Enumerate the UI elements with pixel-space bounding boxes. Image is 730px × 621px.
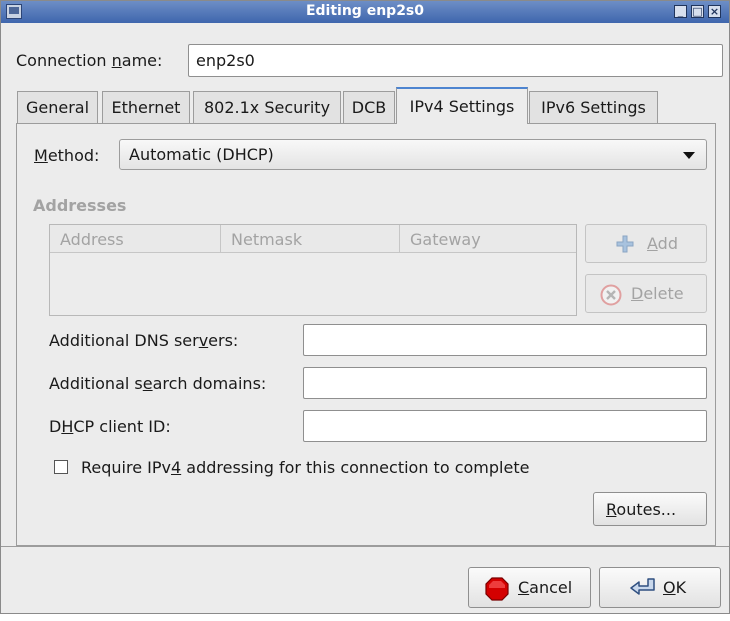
dns-servers-input[interactable] <box>303 324 707 356</box>
column-netmask: Netmask <box>221 225 400 253</box>
addresses-table[interactable]: Address Netmask Gateway <box>49 224 577 316</box>
window-title: Editing enp2s0 <box>305 3 425 19</box>
require-ipv4-label[interactable]: Require IPv4 addressing for this connect… <box>81 458 529 477</box>
routes-button[interactable]: Routes... <box>593 492 707 526</box>
addresses-heading: Addresses <box>33 196 127 215</box>
tab-dcb[interactable]: DCB <box>343 91 395 124</box>
cancel-label: Cancel <box>518 578 573 597</box>
tab-ethernet[interactable]: Ethernet <box>102 91 190 124</box>
tab-general[interactable]: General <box>17 91 98 124</box>
cancel-button[interactable]: Cancel <box>468 567 591 608</box>
minimize-icon[interactable]: _ <box>674 5 687 18</box>
connection-name-value: enp2s0 <box>196 51 255 70</box>
column-gateway: Gateway <box>400 225 576 253</box>
dhcp-client-id-input[interactable] <box>303 410 707 442</box>
plus-icon <box>616 235 634 253</box>
search-domains-label: Additional search domains: <box>49 374 267 393</box>
tab-ipv4-settings[interactable]: IPv4 Settings <box>396 87 528 124</box>
close-icon[interactable]: × <box>708 5 721 18</box>
tab-ipv6-settings[interactable]: IPv6 Settings <box>529 91 658 124</box>
title-bar[interactable]: Editing enp2s0 _ □ × <box>1 1 729 23</box>
dialog-window: Editing enp2s0 _ □ × Connection name: en… <box>0 0 730 614</box>
column-address: Address <box>50 225 221 253</box>
delete-address-button[interactable]: Delete <box>585 274 707 313</box>
delete-label: Delete <box>631 284 684 303</box>
connection-name-input[interactable]: enp2s0 <box>188 44 723 77</box>
footer-separator <box>1 546 729 547</box>
method-label: Method: <box>34 146 100 165</box>
ok-label: OK <box>663 578 687 597</box>
maximize-icon[interactable]: □ <box>691 5 704 18</box>
enter-arrow-icon <box>630 578 655 595</box>
method-dropdown[interactable]: Automatic (DHCP) <box>119 139 707 170</box>
dns-servers-label: Additional DNS servers: <box>49 331 239 350</box>
tab-8021x-security[interactable]: 802.1x Security <box>193 91 341 124</box>
delete-circle-icon <box>600 284 622 306</box>
stop-icon <box>485 577 509 601</box>
add-address-button[interactable]: Add <box>585 224 707 263</box>
require-ipv4-checkbox[interactable] <box>54 460 68 474</box>
dropdown-arrow-icon <box>683 152 695 159</box>
method-value: Automatic (DHCP) <box>129 145 274 164</box>
routes-label: Routes... <box>606 500 677 519</box>
search-domains-input[interactable] <box>303 367 707 399</box>
ok-button[interactable]: OK <box>599 567 721 608</box>
add-label: Add <box>647 234 678 253</box>
dhcp-client-id-label: DHCP client ID: <box>49 417 171 436</box>
connection-name-label: Connection name: <box>16 51 163 70</box>
